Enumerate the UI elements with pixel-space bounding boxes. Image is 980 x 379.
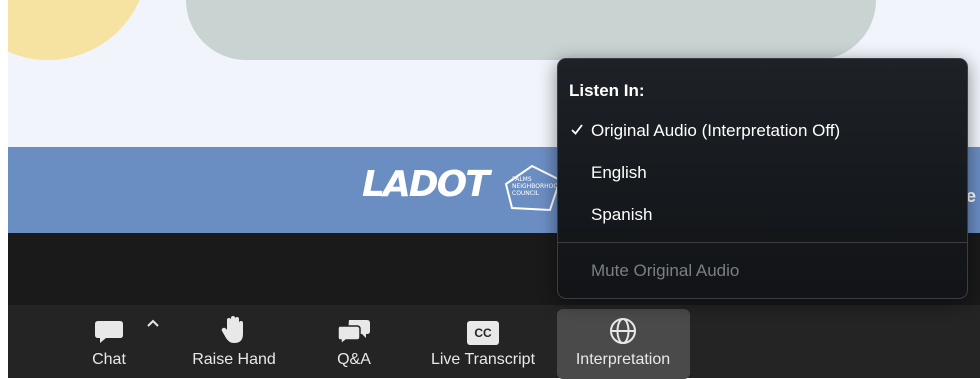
menu-item-spanish[interactable]: Spanish bbox=[558, 196, 967, 234]
qa-label: Q&A bbox=[337, 351, 371, 368]
decorative-yellow-shape bbox=[8, 0, 148, 60]
hand-icon bbox=[221, 305, 247, 345]
globe-icon bbox=[609, 305, 637, 345]
live-transcript-button[interactable]: CC Live Transcript bbox=[422, 305, 544, 378]
qa-button[interactable]: Q&A bbox=[326, 305, 382, 378]
live-transcript-label: Live Transcript bbox=[430, 351, 536, 368]
interpretation-menu: Listen In: Original Audio (Interpretatio… bbox=[557, 58, 968, 299]
menu-item-label: Spanish bbox=[591, 205, 653, 224]
menu-separator bbox=[558, 242, 967, 243]
menu-item-original-audio[interactable]: Original Audio (Interpretation Off) bbox=[558, 112, 967, 150]
meeting-toolbar: Chat Raise Hand Q&A CC Live Transcript I… bbox=[8, 305, 980, 379]
ladot-logo: LADOT bbox=[362, 164, 490, 205]
menu-item-mute-original-audio: Mute Original Audio bbox=[558, 252, 967, 290]
chat-button[interactable]: Chat bbox=[86, 305, 132, 378]
interpretation-button[interactable]: Interpretation bbox=[564, 305, 682, 378]
decorative-grey-shape bbox=[186, 0, 876, 60]
raise-hand-button[interactable]: Raise Hand bbox=[186, 305, 282, 378]
chat-label: Chat bbox=[92, 351, 126, 368]
palms-council-text: PALMS NEIGHBORHOOD COUNCIL bbox=[512, 176, 563, 197]
raise-hand-label: Raise Hand bbox=[192, 351, 276, 368]
interpretation-label: Interpretation bbox=[575, 351, 671, 368]
menu-item-label: Mute Original Audio bbox=[591, 261, 740, 280]
qa-bubbles-icon bbox=[337, 305, 371, 345]
checkmark-icon bbox=[571, 124, 583, 135]
menu-heading: Listen In: bbox=[569, 81, 645, 100]
menu-item-english[interactable]: English bbox=[558, 154, 967, 192]
chat-bubble-icon bbox=[94, 305, 124, 345]
menu-item-label: English bbox=[591, 163, 647, 182]
cc-icon: CC bbox=[467, 305, 499, 345]
menu-item-label: Original Audio (Interpretation Off) bbox=[591, 121, 841, 140]
chat-options-chevron-icon[interactable] bbox=[146, 318, 160, 328]
